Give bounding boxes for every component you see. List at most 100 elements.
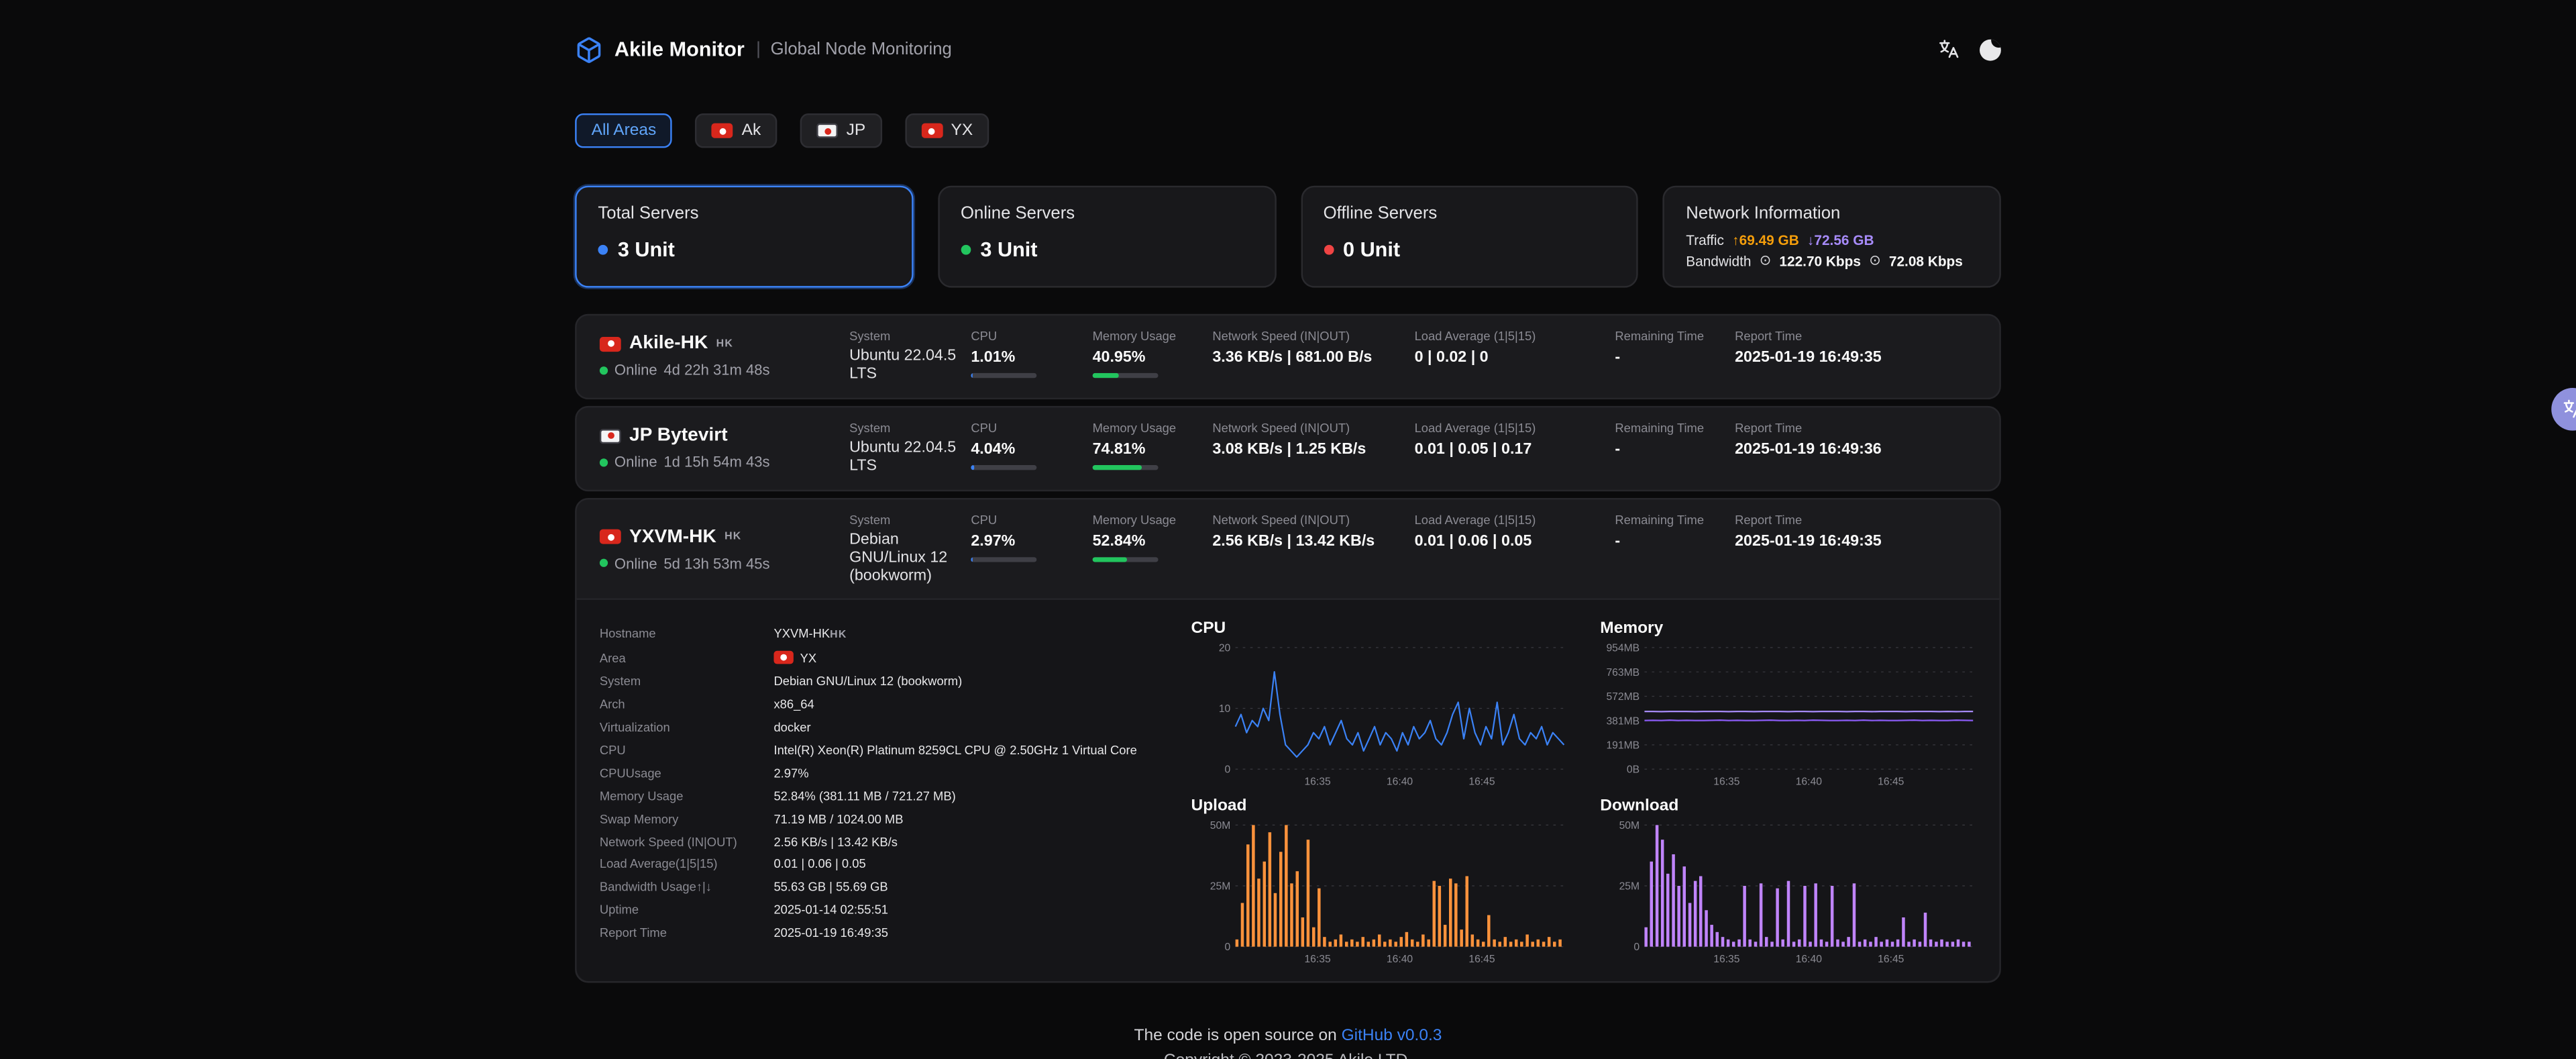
github-link[interactable]: GitHub v0.0.3 bbox=[1342, 1028, 1442, 1046]
system-value: Debian GNU/Linux 12 (bookworm) bbox=[849, 532, 961, 586]
theme-toggle-button[interactable] bbox=[1980, 39, 2001, 60]
system-value: Ubuntu 22.04.5 LTS bbox=[849, 440, 961, 476]
svg-text:16:35: 16:35 bbox=[1304, 776, 1330, 788]
svg-text:20: 20 bbox=[1219, 644, 1231, 655]
download-chart-title: Download bbox=[1600, 798, 1980, 816]
card-title: Online Servers bbox=[961, 204, 1252, 223]
region-badge: HK bbox=[716, 338, 733, 350]
detail-info-value: 71.19 MB / 1024.00 MB bbox=[773, 811, 903, 828]
status-text: Online bbox=[614, 555, 657, 571]
detail-info-value: 2025-01-19 16:49:35 bbox=[773, 925, 888, 942]
memory-label: Memory Usage bbox=[1093, 421, 1213, 436]
header: Akile Monitor | Global Node Monitoring bbox=[575, 33, 2001, 66]
detail-info-row: System Debian GNU/Linux 12 (bookworm) bbox=[600, 674, 1175, 691]
detail-info-value: 2025-01-14 02:55:51 bbox=[773, 903, 888, 919]
detail-info-value: 2.97% bbox=[773, 765, 808, 782]
online-dot-icon bbox=[600, 458, 608, 466]
remaining-value: - bbox=[1615, 440, 1735, 458]
remaining-label: Remaining Time bbox=[1615, 421, 1735, 436]
server-name-block: Akile-HK HK Online 4d 22h 31m 48s bbox=[600, 334, 849, 379]
detail-info-value: YX bbox=[773, 651, 816, 668]
online-servers-card: Online Servers 3 Unit bbox=[938, 186, 1276, 288]
svg-text:16:40: 16:40 bbox=[1387, 776, 1413, 788]
network-label: Network Speed (IN|OUT) bbox=[1212, 329, 1414, 344]
detail-info-label: Swap Memory bbox=[600, 811, 774, 828]
server-row-akile-hk[interactable]: Akile-HK HK Online 4d 22h 31m 48s System… bbox=[577, 315, 2000, 397]
online-dot-icon bbox=[600, 559, 608, 567]
memory-progress-bar bbox=[1093, 373, 1159, 378]
bandwidth-label: Bandwidth bbox=[1686, 252, 1751, 268]
detail-info-label: CPUUsage bbox=[600, 765, 774, 782]
online-dot-icon bbox=[600, 366, 608, 374]
remaining-label: Remaining Time bbox=[1615, 512, 1735, 527]
load-value: 0.01 | 0.06 | 0.05 bbox=[1415, 532, 1615, 550]
download-chart-block: Download 025M50M16:3516:4016:45 bbox=[1600, 798, 1980, 966]
floating-translate-button[interactable] bbox=[2551, 388, 2576, 431]
detail-info-row: CPU Intel(R) Xeon(R) Platinum 8259CL CPU… bbox=[600, 742, 1175, 759]
download-chart: 025M50M16:3516:4016:45 bbox=[1600, 817, 1980, 965]
remaining-value: - bbox=[1615, 532, 1735, 550]
traffic-down-value: ↓72.56 GB bbox=[1807, 232, 1874, 248]
system-label: System bbox=[849, 329, 961, 344]
detail-info-label: CPU bbox=[600, 742, 774, 759]
region-badge: HK bbox=[830, 630, 847, 642]
area-filter-bar: All Areas Ak JP YX bbox=[575, 113, 2001, 148]
hk-flag-icon bbox=[773, 651, 793, 664]
svg-text:25M: 25M bbox=[1619, 882, 1640, 893]
server-card-jp-bytevirt: JP Bytevirt Online 1d 15h 54m 43s System… bbox=[575, 406, 2001, 491]
network-value: 3.08 KB/s | 1.25 KB/s bbox=[1212, 440, 1414, 458]
svg-text:0B: 0B bbox=[1627, 765, 1640, 776]
translate-button[interactable] bbox=[1937, 38, 1960, 60]
load-label: Load Average (1|5|15) bbox=[1415, 421, 1615, 436]
server-status: Online 1d 15h 54m 43s bbox=[600, 454, 849, 470]
detail-info-row: Virtualization docker bbox=[600, 719, 1175, 736]
translate-icon bbox=[1937, 38, 1960, 60]
region-badge: HK bbox=[724, 531, 741, 542]
app-viewport: Akile Monitor | Global Node Monitoring bbox=[0, 0, 2576, 1059]
upload-chart: 025M50M16:3516:4016:45 bbox=[1191, 817, 1571, 965]
filter-yx[interactable]: YX bbox=[905, 113, 989, 148]
server-row-jp-bytevirt[interactable]: JP Bytevirt Online 1d 15h 54m 43s System… bbox=[577, 407, 2000, 489]
detail-info-value: docker bbox=[773, 719, 810, 736]
bandwidth-in-value: 122.70 Kbps bbox=[1779, 252, 1861, 268]
report-label: Report Time bbox=[1735, 329, 1999, 344]
memory-value: 52.84% bbox=[1093, 532, 1213, 550]
system-label: System bbox=[849, 512, 961, 527]
detail-info-row: Uptime 2025-01-14 02:55:51 bbox=[600, 903, 1175, 919]
online-servers-value: 3 Unit bbox=[980, 238, 1037, 261]
filter-ak[interactable]: Ak bbox=[696, 113, 777, 148]
memory-progress-bar bbox=[1093, 465, 1159, 470]
svg-text:16:35: 16:35 bbox=[1713, 776, 1739, 788]
memory-label: Memory Usage bbox=[1093, 512, 1213, 527]
detail-info-label: Network Speed (IN|OUT) bbox=[600, 834, 774, 851]
bandwidth-in-icon: ⊙ bbox=[1760, 252, 1771, 270]
report-label: Report Time bbox=[1735, 421, 1999, 436]
cpu-progress-bar bbox=[971, 556, 1036, 561]
memory-value: 74.81% bbox=[1093, 440, 1213, 458]
memory-progress-bar bbox=[1093, 556, 1159, 561]
cpu-label: CPU bbox=[971, 421, 1092, 436]
server-name: Akile-HK bbox=[629, 334, 708, 354]
detail-info-value: 2.56 KB/s | 13.42 KB/s bbox=[773, 834, 897, 851]
cpu-progress-bar bbox=[971, 465, 1036, 470]
footer: The code is open source on GitHub v0.0.3… bbox=[575, 1028, 2001, 1059]
svg-text:16:35: 16:35 bbox=[1304, 954, 1330, 966]
detail-info-label: Load Average(1|5|15) bbox=[600, 857, 774, 874]
network-label: Network Speed (IN|OUT) bbox=[1212, 512, 1414, 527]
jp-flag-icon bbox=[600, 429, 621, 444]
filter-all-areas[interactable]: All Areas bbox=[575, 113, 673, 148]
hk-flag-icon bbox=[600, 337, 621, 352]
detail-info-label: Report Time bbox=[600, 925, 774, 942]
svg-text:10: 10 bbox=[1219, 704, 1231, 715]
svg-text:25M: 25M bbox=[1210, 882, 1230, 893]
bandwidth-line: Bandwidth ⊙ 122.70 Kbps ⊙ 72.08 Kbps bbox=[1686, 252, 1978, 270]
load-value: 0.01 | 0.05 | 0.17 bbox=[1415, 440, 1615, 458]
title-divider: | bbox=[756, 40, 761, 59]
memory-value: 40.95% bbox=[1093, 348, 1213, 366]
server-row-yxvm-hk[interactable]: YXVM-HK HK Online 5d 13h 53m 45s System … bbox=[577, 499, 2000, 599]
svg-text:0: 0 bbox=[1225, 765, 1231, 776]
filter-jp[interactable]: JP bbox=[800, 113, 882, 148]
detail-info-label: Hostname bbox=[600, 627, 774, 645]
detail-info-label: System bbox=[600, 674, 774, 691]
filter-label: JP bbox=[847, 121, 866, 140]
